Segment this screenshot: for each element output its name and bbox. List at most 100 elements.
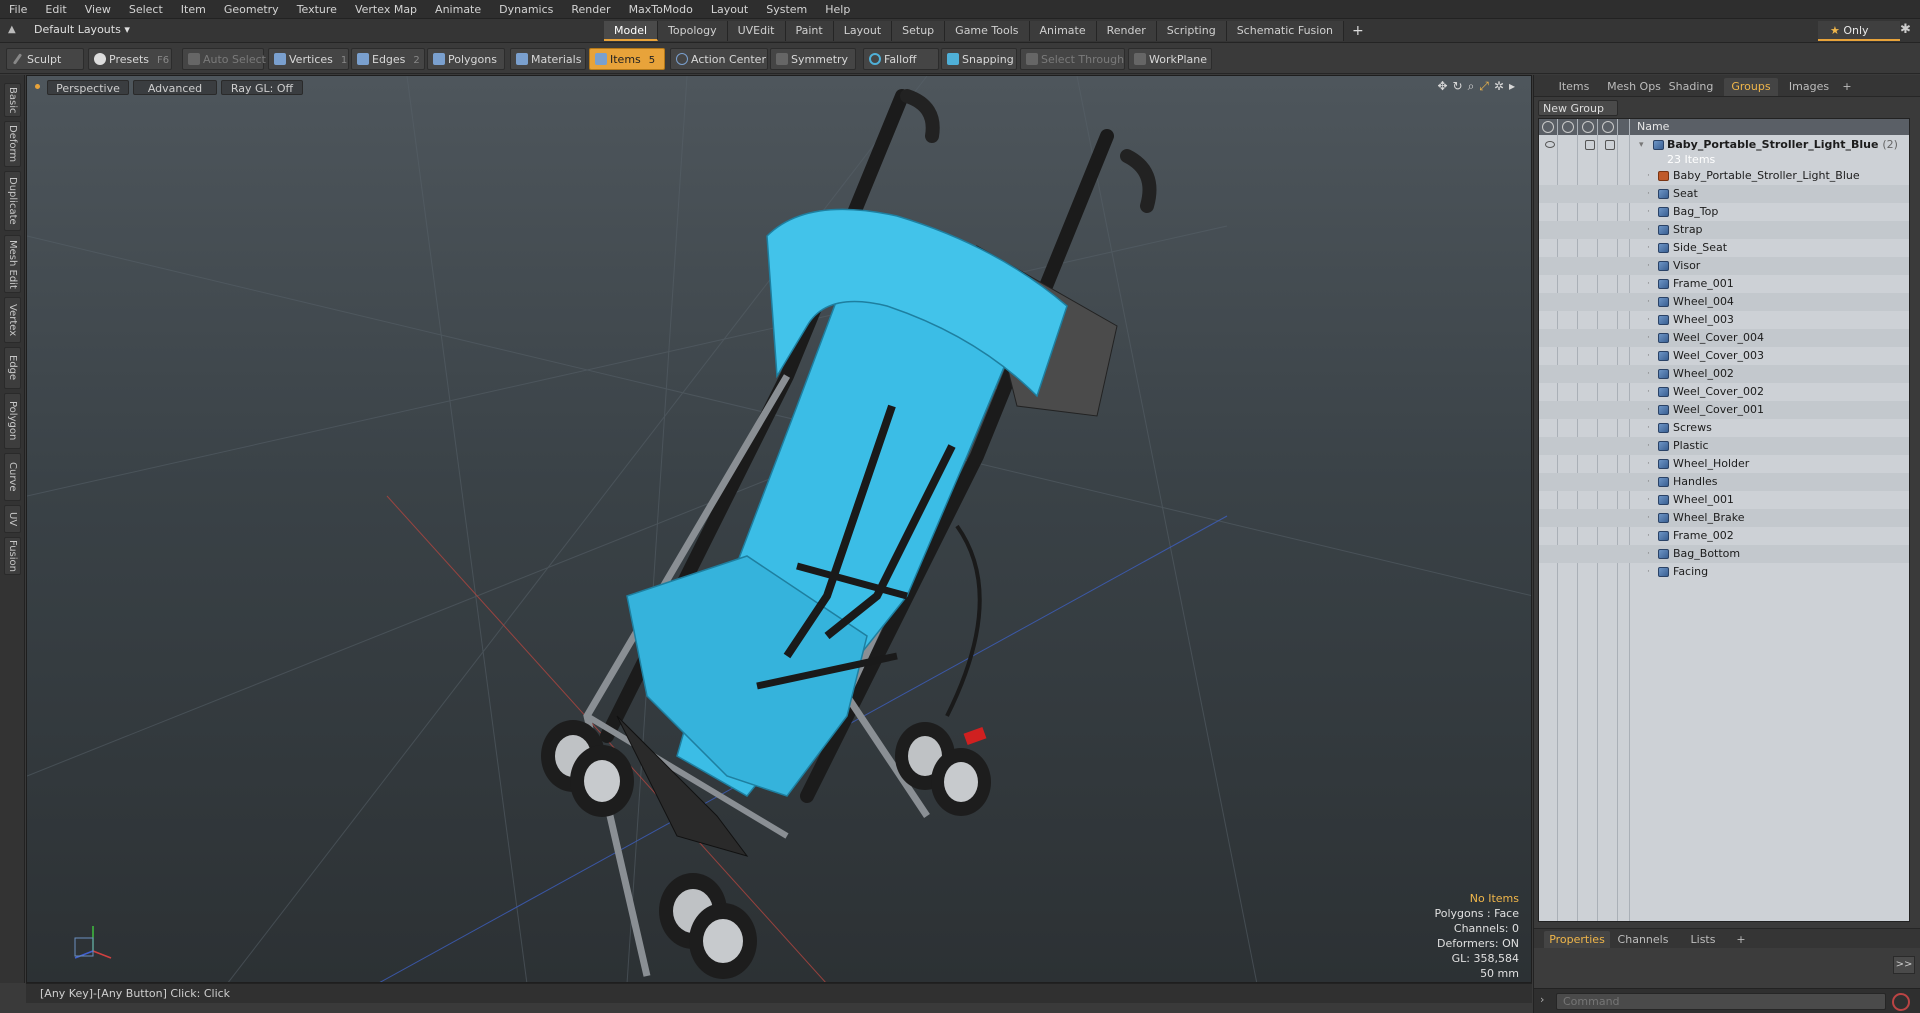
left-tab-mesh-edit[interactable]: Mesh Edit — [4, 235, 21, 293]
left-tab-duplicate[interactable]: Duplicate — [4, 171, 21, 231]
menu-item-edit[interactable]: Edit — [36, 0, 75, 19]
tree-row-item[interactable]: · Weel_Cover_003 — [1539, 347, 1909, 365]
expand-icon[interactable]: · — [1647, 437, 1650, 455]
tab-schematic-fusion[interactable]: Schematic Fusion — [1226, 21, 1345, 41]
raygl-button[interactable]: Ray GL: Off — [221, 80, 303, 95]
tree-row-item[interactable]: · Strap — [1539, 221, 1909, 239]
expand-icon[interactable]: · — [1647, 563, 1650, 581]
snapping-button[interactable]: Snapping — [941, 48, 1017, 70]
chevron-right-icon[interactable]: ▸ — [1509, 79, 1515, 94]
tree-row-item[interactable]: · Plastic — [1539, 437, 1909, 455]
tab-game-tools[interactable]: Game Tools — [945, 21, 1030, 41]
shading-mode-button[interactable]: Advanced — [133, 80, 217, 95]
expand-icon[interactable]: · — [1647, 257, 1650, 275]
expand-icon[interactable]: · — [1647, 527, 1650, 545]
tree-row-item[interactable]: · Wheel_002 — [1539, 365, 1909, 383]
select-through-button[interactable]: Select Through — [1020, 48, 1125, 70]
tab-paint[interactable]: Paint — [785, 21, 834, 41]
left-tab-deform[interactable]: Deform — [4, 121, 21, 167]
menu-item-file[interactable]: File — [0, 0, 36, 19]
viewport-menu-dot[interactable] — [35, 84, 40, 89]
symmetry-button[interactable]: Symmetry — [770, 48, 856, 70]
menu-item-animate[interactable]: Animate — [426, 0, 490, 19]
expand-icon[interactable]: · — [1647, 167, 1650, 185]
menu-item-layout[interactable]: Layout — [702, 0, 757, 19]
command-input[interactable] — [1556, 993, 1886, 1010]
expand-icon[interactable]: · — [1647, 545, 1650, 563]
tree-row-item[interactable]: · Side_Seat — [1539, 239, 1909, 257]
expand-icon[interactable]: · — [1647, 473, 1650, 491]
menu-item-vertex-map[interactable]: Vertex Map — [346, 0, 426, 19]
panel-tab-mesh-ops[interactable]: Mesh Ops — [1606, 78, 1662, 96]
menu-item-render[interactable]: Render — [562, 0, 619, 19]
tab-layout[interactable]: Layout — [833, 21, 893, 41]
lock-checkbox[interactable] — [1585, 140, 1595, 150]
tree-row-item[interactable]: · Wheel_Brake — [1539, 509, 1909, 527]
zoom-icon[interactable]: ⌕ — [1468, 79, 1475, 94]
bottom-tab-channels[interactable]: Channels — [1616, 931, 1670, 949]
only-toggle[interactable]: ★ Only — [1818, 21, 1900, 41]
tree-row-item[interactable]: · Wheel_004 — [1539, 293, 1909, 311]
tab-uvedit[interactable]: UVEdit — [727, 21, 786, 41]
add-bottom-tab-button[interactable]: + — [1734, 931, 1748, 949]
menu-item-maxtomodo[interactable]: MaxToModo — [620, 0, 702, 19]
bottom-tab-lists[interactable]: Lists — [1676, 931, 1730, 949]
select-checkbox[interactable] — [1605, 140, 1615, 150]
polygons-button[interactable]: Polygons — [427, 48, 505, 70]
settings-icon[interactable]: ✲ — [1494, 79, 1504, 94]
tree-row-item[interactable]: · Frame_002 — [1539, 527, 1909, 545]
menu-item-texture[interactable]: Texture — [288, 0, 346, 19]
panel-tab-images[interactable]: Images — [1784, 78, 1834, 96]
tab-animate[interactable]: Animate — [1029, 21, 1097, 41]
expand-icon[interactable]: · — [1647, 275, 1650, 293]
left-tab-basic[interactable]: Basic — [4, 83, 21, 117]
panel-tab-groups[interactable]: Groups — [1724, 78, 1778, 96]
tree-row-item[interactable]: · Weel_Cover_004 — [1539, 329, 1909, 347]
expand-icon[interactable]: · — [1647, 221, 1650, 239]
menu-item-dynamics[interactable]: Dynamics — [490, 0, 562, 19]
tab-setup[interactable]: Setup — [892, 21, 946, 41]
add-tab-button[interactable]: + — [1344, 21, 1372, 41]
expand-icon[interactable]: · — [1647, 347, 1650, 365]
tree-row-item[interactable]: · Weel_Cover_002 — [1539, 383, 1909, 401]
expand-icon[interactable]: · — [1647, 401, 1650, 419]
layout-toggle-icon[interactable]: ▲ — [8, 24, 21, 37]
menu-item-help[interactable]: Help — [816, 0, 859, 19]
materials-button[interactable]: Materials — [510, 48, 586, 70]
tree-row-item[interactable]: · Screws — [1539, 419, 1909, 437]
lock-icon[interactable] — [1582, 121, 1594, 133]
tree-row-item[interactable]: · Weel_Cover_001 — [1539, 401, 1909, 419]
sculpt-button[interactable]: Sculpt — [6, 48, 84, 70]
menu-item-item[interactable]: Item — [172, 0, 215, 19]
expand-icon[interactable]: · — [1647, 491, 1650, 509]
expand-icon[interactable]: · — [1647, 311, 1650, 329]
menu-item-view[interactable]: View — [76, 0, 120, 19]
auto-select-button[interactable]: Auto Select — [182, 48, 266, 70]
tree-row-item[interactable]: · Wheel_Holder — [1539, 455, 1909, 473]
tree-row-item[interactable]: · Facing — [1539, 563, 1909, 581]
expand-icon[interactable]: · — [1647, 455, 1650, 473]
tree-row-item[interactable]: · Seat — [1539, 185, 1909, 203]
workplane-button[interactable]: WorkPlane — [1128, 48, 1212, 70]
record-icon[interactable] — [1892, 993, 1910, 1011]
left-tab-fusion[interactable]: Fusion — [4, 537, 21, 575]
left-tab-polygon[interactable]: Polygon — [4, 393, 21, 449]
expand-icon[interactable]: · — [1647, 203, 1650, 221]
panel-tab-shading[interactable]: Shading — [1666, 78, 1716, 96]
expand-icon[interactable]: · — [1647, 329, 1650, 347]
expand-icon[interactable]: · — [1647, 365, 1650, 383]
tree-row-item[interactable]: · Handles — [1539, 473, 1909, 491]
menu-item-select[interactable]: Select — [120, 0, 172, 19]
view-mode-button[interactable]: Perspective — [47, 80, 129, 95]
expand-icon[interactable]: · — [1647, 239, 1650, 257]
presets-button[interactable]: Presets F6 — [88, 48, 172, 70]
left-tab-uv[interactable]: UV — [4, 505, 21, 533]
3d-viewport[interactable]: Perspective Advanced Ray GL: Off ✥ ↻ ⌕ ⤢… — [26, 75, 1532, 983]
left-tab-edge[interactable]: Edge — [4, 347, 21, 389]
gear-icon[interactable]: ✱ — [1900, 22, 1911, 37]
eye-icon[interactable] — [1542, 121, 1554, 133]
left-tab-curve[interactable]: Curve — [4, 453, 21, 501]
tree-row-item[interactable]: · Baby_Portable_Stroller_Light_Blue — [1539, 167, 1909, 185]
tab-topology[interactable]: Topology — [658, 21, 728, 41]
tree-row-item[interactable]: · Frame_001 — [1539, 275, 1909, 293]
